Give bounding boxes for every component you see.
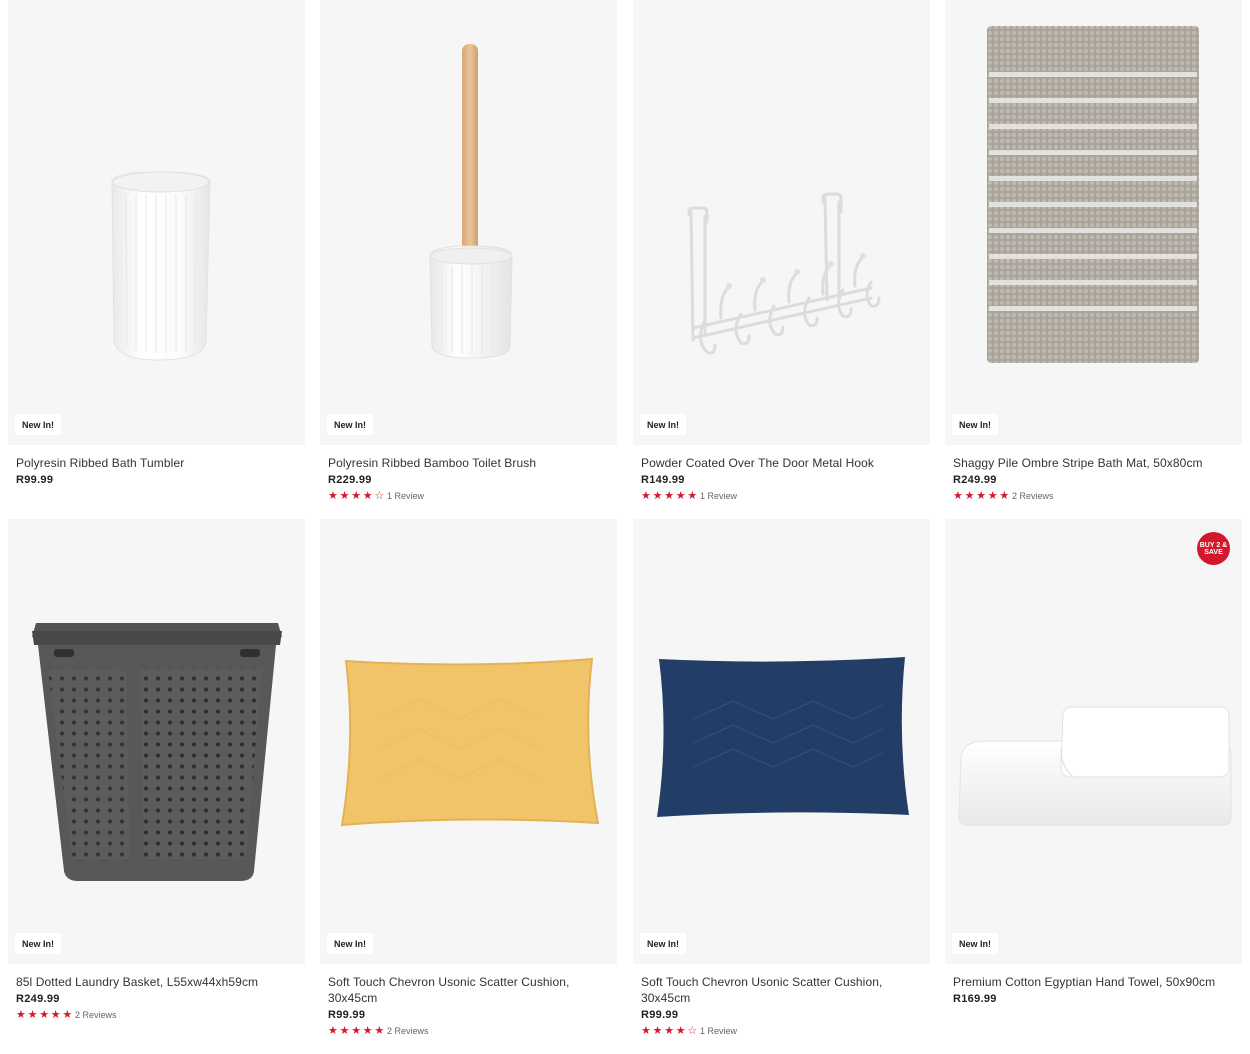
new-in-badge: New In! bbox=[15, 933, 62, 954]
rating-stars: ★ ★ ★ ★ ☆ bbox=[328, 490, 386, 502]
star-filled-icon: ★ bbox=[328, 490, 338, 502]
new-in-badge: New In! bbox=[15, 414, 62, 435]
review-count[interactable]: 1 Review bbox=[700, 490, 737, 502]
rating-stars: ★ ★ ★ ★ ★ bbox=[953, 490, 1011, 502]
star-filled-icon: ★ bbox=[964, 490, 975, 502]
star-empty-icon: ☆ bbox=[687, 1025, 698, 1037]
product-image[interactable]: New In! bbox=[633, 519, 930, 964]
star-filled-icon: ★ bbox=[687, 490, 698, 502]
door-hook-image bbox=[687, 192, 881, 355]
product-grid: New In! Polyresin Ribbed Bath Tumbler R9… bbox=[0, 0, 1250, 1054]
product-price: R99.99 bbox=[328, 1009, 366, 1021]
product-price: R149.99 bbox=[641, 474, 685, 486]
product-price: R249.99 bbox=[953, 474, 997, 486]
star-filled-icon: ★ bbox=[987, 490, 998, 502]
product-title[interactable]: Soft Touch Chevron Usonic Scatter Cushio… bbox=[641, 974, 922, 1006]
star-filled-icon: ★ bbox=[664, 490, 675, 502]
product-price: R229.99 bbox=[328, 474, 372, 486]
star-filled-icon: ★ bbox=[976, 490, 987, 502]
product-card[interactable]: BUY 2 & SAVE New In! Premium Cotton Egyp… bbox=[945, 519, 1242, 1005]
yellow-cushion-image bbox=[340, 657, 600, 827]
rating-stars: ★ ★ ★ ★ ★ bbox=[16, 1009, 74, 1021]
product-card[interactable]: New In! Polyresin Ribbed Bath Tumbler R9… bbox=[8, 0, 305, 486]
rating-stars: ★ ★ ★ ★ ☆ bbox=[641, 1025, 699, 1037]
toilet-brush-image bbox=[429, 44, 513, 359]
new-in-badge: New In! bbox=[640, 933, 687, 954]
review-count[interactable]: 2 Reviews bbox=[387, 1025, 429, 1037]
star-filled-icon: ★ bbox=[664, 1025, 675, 1037]
product-rating[interactable]: ★ ★ ★ ★ ★ 2 Reviews bbox=[16, 1009, 297, 1021]
product-price: R99.99 bbox=[16, 474, 54, 486]
star-filled-icon: ★ bbox=[652, 1025, 663, 1037]
product-card[interactable]: New In! Polyresin Ribbed Bamboo Toilet B… bbox=[320, 0, 617, 502]
new-in-badge: New In! bbox=[952, 414, 999, 435]
star-filled-icon: ★ bbox=[675, 490, 686, 502]
star-filled-icon: ★ bbox=[328, 1025, 338, 1037]
star-filled-icon: ★ bbox=[62, 1009, 73, 1021]
star-filled-icon: ★ bbox=[652, 490, 663, 502]
product-image[interactable]: New In! bbox=[633, 0, 930, 445]
product-card[interactable]: New In! 85l Dotted Laundry Basket, L55xw… bbox=[8, 519, 305, 1021]
product-image[interactable]: New In! bbox=[8, 519, 305, 964]
star-filled-icon: ★ bbox=[362, 1025, 373, 1037]
star-filled-icon: ★ bbox=[641, 1025, 651, 1037]
star-filled-icon: ★ bbox=[39, 1009, 50, 1021]
product-image[interactable]: New In! bbox=[945, 0, 1242, 445]
product-card[interactable]: New In! Shaggy Pile Ombre Stripe Bath Ma… bbox=[945, 0, 1242, 502]
bath-mat-image bbox=[987, 26, 1199, 363]
star-filled-icon: ★ bbox=[641, 490, 651, 502]
new-in-badge: New In! bbox=[952, 933, 999, 954]
product-price: R249.99 bbox=[16, 993, 60, 1005]
product-image[interactable]: New In! bbox=[320, 519, 617, 964]
new-in-badge: New In! bbox=[327, 933, 374, 954]
star-empty-icon: ☆ bbox=[374, 490, 385, 502]
product-card[interactable]: New In! Soft Touch Chevron Usonic Scatte… bbox=[633, 519, 930, 1037]
star-filled-icon: ★ bbox=[362, 490, 373, 502]
new-in-badge: New In! bbox=[640, 414, 687, 435]
review-count[interactable]: 2 Reviews bbox=[1012, 490, 1054, 502]
bath-tumbler-image bbox=[111, 171, 211, 361]
product-title[interactable]: 85l Dotted Laundry Basket, L55xw44xh59cm bbox=[16, 974, 297, 990]
hand-towel-image bbox=[958, 706, 1232, 826]
star-filled-icon: ★ bbox=[374, 1025, 385, 1037]
star-filled-icon: ★ bbox=[999, 490, 1010, 502]
product-rating[interactable]: ★ ★ ★ ★ ☆ 1 Review bbox=[328, 490, 609, 502]
product-price: R99.99 bbox=[641, 1009, 679, 1021]
product-rating[interactable]: ★ ★ ★ ★ ★ 1 Review bbox=[641, 490, 922, 502]
product-title[interactable]: Polyresin Ribbed Bath Tumbler bbox=[16, 455, 297, 471]
new-in-badge: New In! bbox=[327, 414, 374, 435]
product-rating[interactable]: ★ ★ ★ ★ ☆ 1 Review bbox=[641, 1025, 922, 1037]
star-filled-icon: ★ bbox=[351, 1025, 362, 1037]
review-count[interactable]: 1 Review bbox=[700, 1025, 737, 1037]
star-filled-icon: ★ bbox=[16, 1009, 26, 1021]
buy-2-and-save-badge: BUY 2 & SAVE bbox=[1197, 532, 1230, 565]
star-filled-icon: ★ bbox=[339, 490, 350, 502]
star-filled-icon: ★ bbox=[351, 490, 362, 502]
star-filled-icon: ★ bbox=[675, 1025, 686, 1037]
product-title[interactable]: Polyresin Ribbed Bamboo Toilet Brush bbox=[328, 455, 609, 471]
navy-cushion-image bbox=[657, 657, 909, 817]
product-title[interactable]: Premium Cotton Egyptian Hand Towel, 50x9… bbox=[953, 974, 1234, 990]
review-count[interactable]: 1 Review bbox=[387, 490, 424, 502]
product-title[interactable]: Powder Coated Over The Door Metal Hook bbox=[641, 455, 922, 471]
product-title[interactable]: Shaggy Pile Ombre Stripe Bath Mat, 50x80… bbox=[953, 455, 1234, 471]
laundry-basket-image bbox=[32, 623, 282, 881]
product-card[interactable]: New In! Soft Touch Chevron Usonic Scatte… bbox=[320, 519, 617, 1037]
star-filled-icon: ★ bbox=[953, 490, 963, 502]
star-filled-icon: ★ bbox=[50, 1009, 61, 1021]
star-filled-icon: ★ bbox=[27, 1009, 38, 1021]
product-rating[interactable]: ★ ★ ★ ★ ★ 2 Reviews bbox=[953, 490, 1234, 502]
review-count[interactable]: 2 Reviews bbox=[75, 1009, 117, 1021]
product-image[interactable]: New In! bbox=[8, 0, 305, 445]
rating-stars: ★ ★ ★ ★ ★ bbox=[328, 1025, 386, 1037]
product-title[interactable]: Soft Touch Chevron Usonic Scatter Cushio… bbox=[328, 974, 609, 1006]
product-price: R169.99 bbox=[953, 993, 997, 1005]
product-rating[interactable]: ★ ★ ★ ★ ★ 2 Reviews bbox=[328, 1025, 609, 1037]
product-card[interactable]: New In! Powder Coated Over The Door Meta… bbox=[633, 0, 930, 502]
product-image[interactable]: BUY 2 & SAVE New In! bbox=[945, 519, 1242, 964]
star-filled-icon: ★ bbox=[339, 1025, 350, 1037]
product-image[interactable]: New In! bbox=[320, 0, 617, 445]
rating-stars: ★ ★ ★ ★ ★ bbox=[641, 490, 699, 502]
